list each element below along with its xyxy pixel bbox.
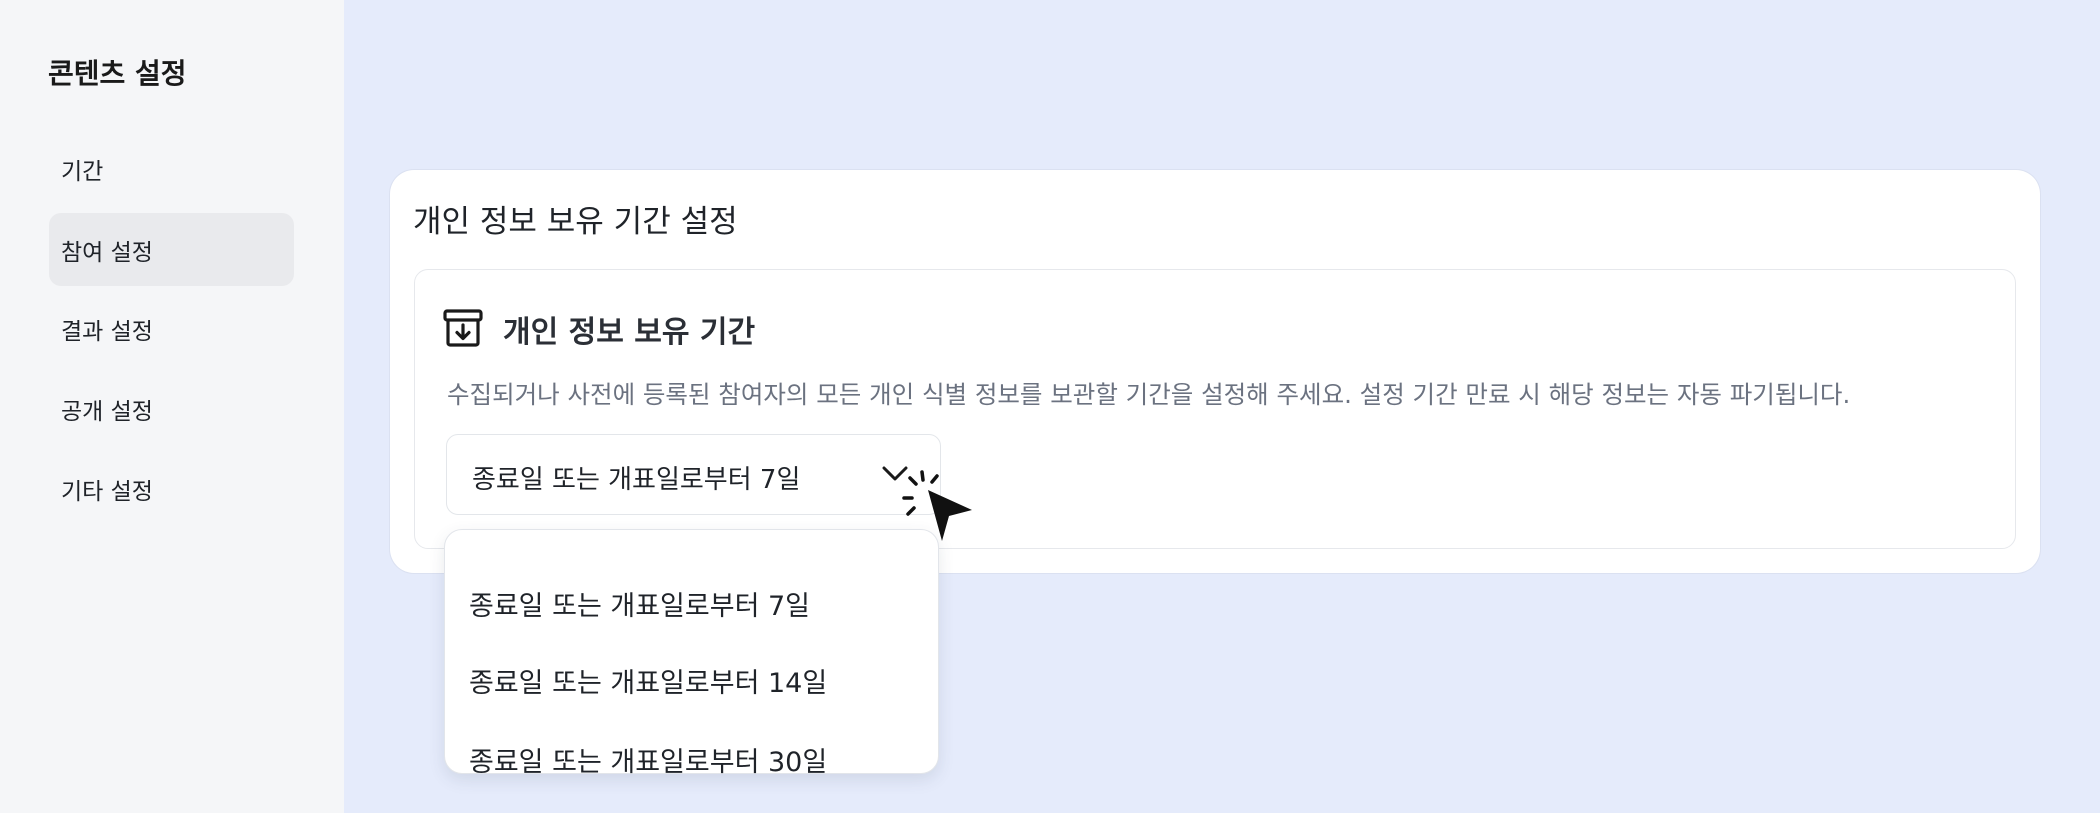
retention-period-dropdown: 종료일 또는 개표일로부터 7일 종료일 또는 개표일로부터 14일 종료일 또…	[444, 529, 939, 778]
card-title: 개인 정보 보유 기간 설정	[413, 204, 738, 240]
dropdown-option-30-days[interactable]: 종료일 또는 개표일로부터 30일	[469, 729, 919, 789]
sidebar-item-period[interactable]: 기간	[49, 132, 294, 205]
section-description: 수집되거나 사전에 등록된 참여자의 모든 개인 식별 정보를 보관할 기간을 …	[447, 380, 1851, 409]
select-value: 종료일 또는 개표일로부터 7일	[472, 465, 801, 495]
sidebar-item-label: 참여 설정	[61, 239, 153, 266]
sidebar-item-label: 결과 설정	[61, 318, 153, 345]
chevron-down-icon	[881, 465, 909, 483]
retention-period-select[interactable]: 종료일 또는 개표일로부터 7일	[446, 434, 941, 515]
archive-download-icon	[442, 307, 484, 349]
sidebar-item-result-settings[interactable]: 결과 설정	[49, 292, 294, 365]
dropdown-option-7-days[interactable]: 종료일 또는 개표일로부터 7일	[469, 573, 919, 633]
sidebar-item-label: 기간	[61, 158, 104, 185]
sidebar-item-label: 기타 설정	[61, 478, 153, 505]
section-title: 개인 정보 보유 기간	[503, 315, 756, 350]
sidebar-item-other-settings[interactable]: 기타 설정	[49, 452, 294, 525]
sidebar-item-public-settings[interactable]: 공개 설정	[49, 372, 294, 445]
sidebar-title: 콘텐츠 설정	[48, 57, 187, 90]
sidebar-item-participation-settings[interactable]: 참여 설정	[49, 213, 294, 286]
sidebar-item-label: 공개 설정	[61, 398, 153, 425]
sidebar: 콘텐츠 설정 기간 참여 설정 결과 설정 공개 설정 기타 설정	[0, 0, 344, 813]
dropdown-option-14-days[interactable]: 종료일 또는 개표일로부터 14일	[469, 650, 919, 710]
